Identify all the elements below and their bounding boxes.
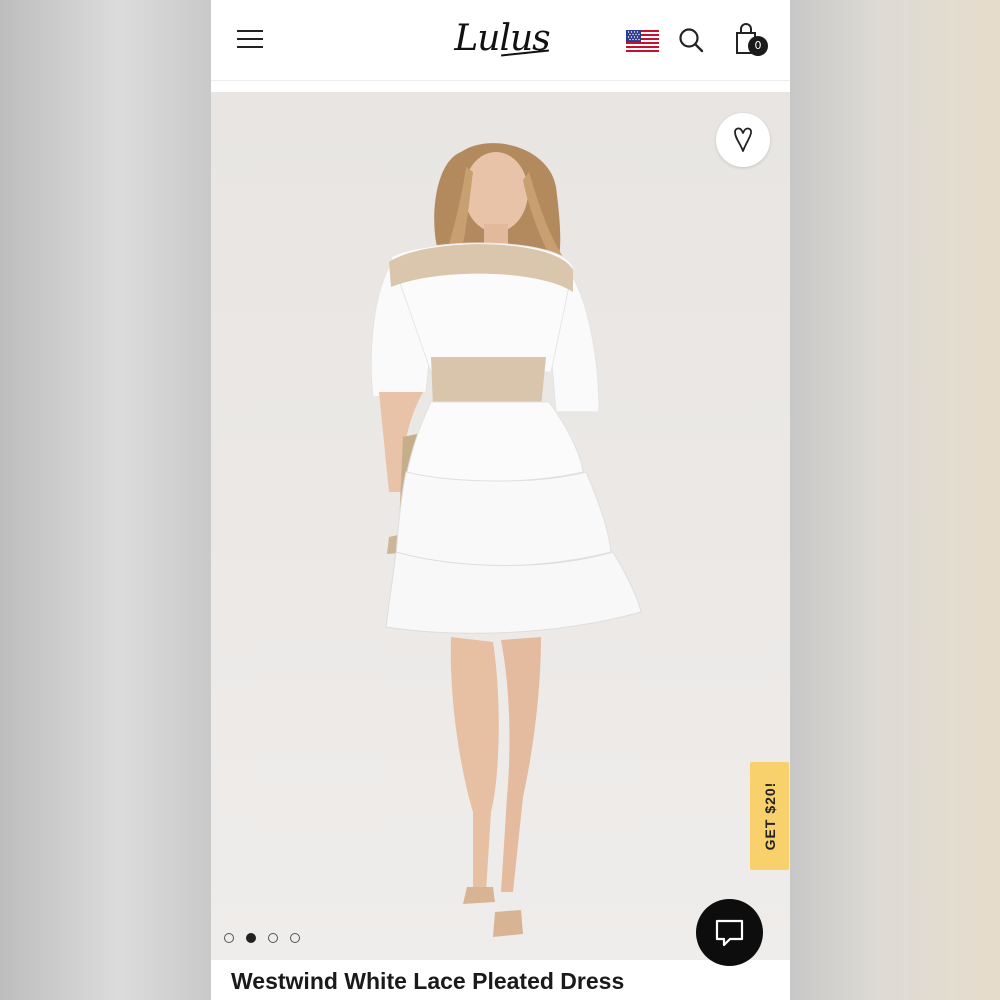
us-flag-icon[interactable] [626,30,659,54]
carousel-dot[interactable] [224,933,234,943]
promo-label: GET $20! [761,781,778,851]
heart-icon [734,127,752,152]
dress-model-illustration [370,143,642,937]
carousel-dot[interactable] [268,933,278,943]
chat-bubble-icon [715,919,744,947]
site-header: Lulus 0 [211,0,790,81]
menu-button[interactable] [237,28,265,50]
carousel-dot[interactable] [290,933,300,943]
cart-count-badge: 0 [748,36,768,56]
chat-button[interactable] [696,899,763,966]
carousel-dot-active[interactable] [246,933,256,943]
image-carousel-dots [224,933,300,945]
favorite-button[interactable] [716,113,770,167]
mobile-page: Lulus 0 GET $20! Westwind White Lace Ple… [211,0,790,1000]
product-title: Westwind White Lace Pleated Dress [231,968,625,994]
search-icon[interactable] [678,27,704,53]
promo-tab[interactable]: GET $20! [750,762,789,870]
hamburger-menu-icon [237,30,263,32]
product-image[interactable] [211,92,790,960]
logo[interactable]: Lulus [447,14,557,64]
